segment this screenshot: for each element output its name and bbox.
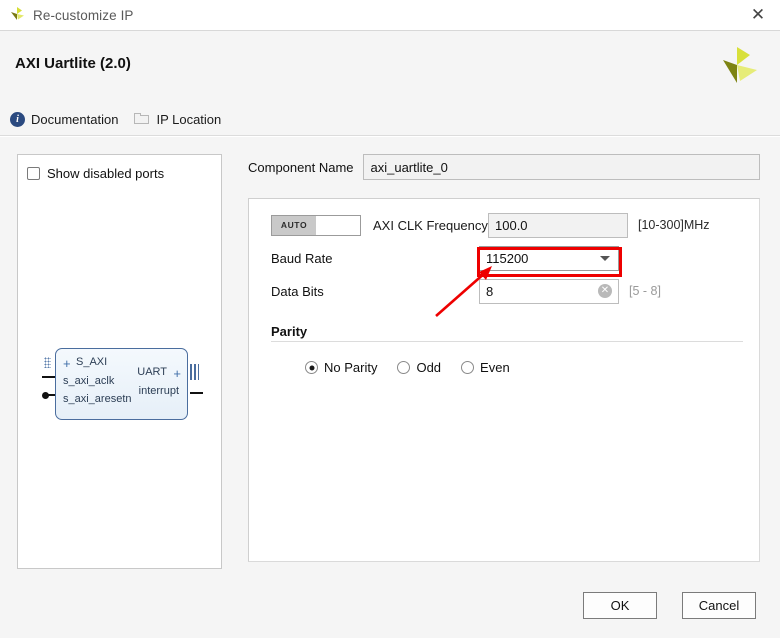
- data-bits-row: Data Bits 8 ✕ [5 - 8]: [271, 278, 743, 304]
- ip-settings-panel: Component Name axi_uartlite_0 AUTO AXI C…: [248, 154, 760, 569]
- axi-clk-frequency-input[interactable]: 100.0: [488, 212, 628, 238]
- port-label-interrupt: interrupt: [138, 385, 179, 397]
- ip-config-fields-panel: AUTO AXI CLK Frequency 100.0 [10-300]MHz…: [248, 198, 760, 562]
- info-icon: i: [10, 111, 25, 127]
- axi-clk-frequency-row: AUTO AXI CLK Frequency 100.0 [10-300]MHz: [271, 212, 743, 238]
- dialog-footer: OK Cancel: [0, 580, 780, 638]
- folder-icon: [134, 113, 150, 125]
- parity-section-divider: [271, 341, 743, 342]
- documentation-link[interactable]: i Documentation: [10, 111, 119, 127]
- data-bits-range-hint: [5 - 8]: [629, 284, 661, 298]
- component-name-row: Component Name axi_uartlite_0: [248, 154, 760, 180]
- ip-block-body: + S_AXI s_axi_aclk s_axi_aresetn UART + …: [55, 348, 188, 420]
- uart-bus-stub: [190, 364, 199, 380]
- window-title: Re-customize IP: [33, 7, 134, 23]
- port-label-s-axi-aresetn: s_axi_aresetn: [63, 393, 132, 405]
- ip-location-link[interactable]: IP Location: [134, 112, 221, 127]
- ok-button[interactable]: OK: [583, 592, 657, 619]
- s-axi-bus-stub: [44, 357, 51, 368]
- uart-expand-icon[interactable]: +: [173, 367, 181, 380]
- data-bits-value: 8: [486, 283, 494, 299]
- parity-radio-no-parity[interactable]: [305, 361, 318, 374]
- links-bar: i Documentation IP Location: [0, 103, 780, 136]
- s-axi-expand-icon[interactable]: +: [63, 357, 71, 370]
- parity-option-no-parity-label: No Parity: [324, 360, 378, 375]
- show-disabled-ports-row[interactable]: Show disabled ports: [18, 155, 221, 181]
- baud-rate-value: 115200: [486, 250, 529, 266]
- parity-section-title: Parity: [271, 324, 308, 339]
- parity-radio-even[interactable]: [461, 361, 475, 374]
- port-label-s-axi: S_AXI: [76, 356, 108, 368]
- dialog-body: Show disabled ports + S_AXI s_axi_aclk s…: [0, 137, 780, 580]
- parity-option-odd[interactable]: Odd: [397, 360, 441, 375]
- window-titlebar: Re-customize IP ✕: [0, 0, 780, 31]
- dialog-header: AXI Uartlite (2.0): [0, 31, 780, 103]
- xilinx-logo: [710, 41, 764, 93]
- parity-option-no-parity[interactable]: No Parity: [305, 360, 377, 375]
- parity-option-odd-label: Odd: [416, 360, 442, 375]
- show-disabled-ports-label: Show disabled ports: [47, 166, 165, 181]
- baud-rate-combo[interactable]: 115200: [479, 245, 619, 271]
- clear-icon[interactable]: ✕: [598, 284, 612, 298]
- axi-clk-frequency-range-hint: [10-300]MHz: [638, 218, 710, 232]
- baud-rate-label: Baud Rate: [271, 250, 333, 266]
- port-label-s-axi-aclk: s_axi_aclk: [63, 375, 115, 387]
- parity-radio-group: No Parity Odd Even: [271, 360, 743, 375]
- component-name-input[interactable]: axi_uartlite_0: [362, 154, 760, 180]
- parity-radio-odd[interactable]: [397, 361, 411, 374]
- port-label-uart: UART: [137, 366, 167, 378]
- parity-option-even[interactable]: Even: [461, 360, 510, 375]
- ip-preview-panel: Show disabled ports + S_AXI s_axi_aclk s…: [17, 154, 222, 569]
- component-name-label: Component Name: [248, 159, 354, 175]
- documentation-link-label: Documentation: [31, 111, 119, 127]
- show-disabled-ports-checkbox[interactable]: [27, 167, 40, 180]
- interrupt-pin: [190, 392, 203, 394]
- cancel-button[interactable]: Cancel: [682, 592, 756, 619]
- baud-rate-row: Baud Rate 115200: [271, 245, 743, 271]
- parity-option-even-label: Even: [480, 360, 510, 375]
- close-icon[interactable]: ✕: [736, 0, 780, 31]
- s-axi-aclk-pin: [42, 376, 56, 378]
- axi-clk-frequency-label: AXI CLK Frequency: [373, 217, 488, 233]
- axi-clk-auto-toggle-on-label: AUTO: [272, 215, 316, 235]
- data-bits-input[interactable]: 8 ✕: [479, 278, 619, 304]
- chevron-down-icon: [600, 255, 610, 261]
- ip-location-link-label: IP Location: [156, 111, 222, 127]
- axi-clk-auto-toggle-off-half: [316, 215, 360, 235]
- axi-clk-auto-toggle[interactable]: AUTO: [271, 214, 361, 236]
- ip-block-diagram: + S_AXI s_axi_aclk s_axi_aresetn UART + …: [40, 348, 205, 420]
- xilinx-logo-icon: [8, 6, 26, 24]
- data-bits-label: Data Bits: [271, 283, 324, 299]
- page-title: AXI Uartlite (2.0): [15, 55, 131, 72]
